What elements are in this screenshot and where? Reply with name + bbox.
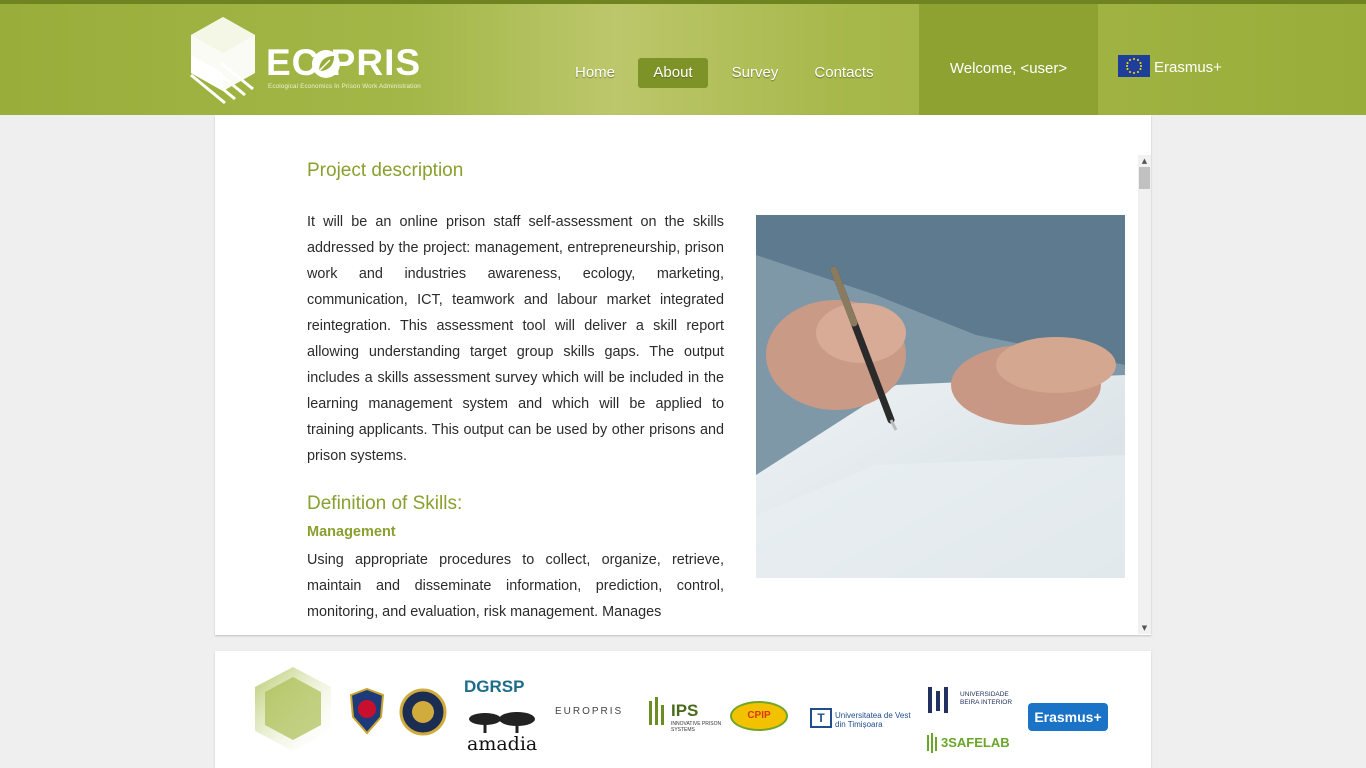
partners-footer: DGRSP amadia EUROPRIS IPS INNOVATIVE PRI… xyxy=(215,651,1151,768)
uvt-mark-icon: T xyxy=(810,708,832,728)
ecopris-hexagon-emblem xyxy=(255,667,331,751)
ips-subtitle: INNOVATIVE PRISON SYSTEMS xyxy=(671,721,722,733)
europris-logo: EUROPRIS xyxy=(555,706,624,717)
management-text: Using appropriate procedures to collect,… xyxy=(307,552,724,620)
project-description-heading: Project description xyxy=(307,160,464,181)
nav-survey[interactable]: Survey xyxy=(722,58,788,88)
welcome-user[interactable]: Welcome, <user> xyxy=(919,4,1098,115)
content-scrollbar[interactable]: ▲ ▼ xyxy=(1138,155,1151,634)
uvt-logo: Universitatea de Vest din Timișoara xyxy=(835,711,911,729)
leaf-icon xyxy=(312,50,340,78)
ips-bars-icon xyxy=(649,697,664,725)
ministry-seal-logo xyxy=(399,688,447,736)
amadia-logo: amadia xyxy=(467,733,538,755)
erasmus-footer-logo: Erasmus+ xyxy=(1028,703,1108,731)
scroll-up-icon[interactable]: ▲ xyxy=(1138,155,1151,167)
erasmus-label: Erasmus+ xyxy=(1154,59,1222,76)
nav-about[interactable]: About xyxy=(638,58,708,88)
hexagon-logo-icon xyxy=(190,17,255,105)
header: EC PRIS Ecological Economics In Prison W… xyxy=(0,0,1366,115)
nav-contacts[interactable]: Contacts xyxy=(806,58,882,88)
ubi-mark-icon xyxy=(928,687,948,713)
scroll-thumb[interactable] xyxy=(1139,167,1150,189)
safelab-bars-icon xyxy=(927,733,937,753)
skills-heading: Definition of Skills: xyxy=(307,493,463,514)
ecopris-logo[interactable]: EC PRIS Ecological Economics In Prison W… xyxy=(183,15,443,110)
ubi-logo: UNIVERSIDADE BEIRA INTERIOR xyxy=(960,691,1013,706)
police-shield-logo xyxy=(349,687,385,735)
safelab-logo: 3SAFELAB xyxy=(941,735,1010,750)
ips-logo: IPS xyxy=(671,701,699,720)
logo-subtitle: Ecological Economics In Prison Work Admi… xyxy=(268,83,421,90)
dgrsp-logo: DGRSP xyxy=(464,677,525,696)
eu-flag-icon xyxy=(1118,55,1150,77)
nav-home[interactable]: Home xyxy=(566,58,624,88)
management-heading: Management xyxy=(307,524,396,540)
logo-title: EC PRIS xyxy=(266,42,422,83)
amadia-tree-icon xyxy=(469,712,535,733)
project-description-text: It will be an online prison staff self-a… xyxy=(307,214,724,464)
cpip-logo: CPIP xyxy=(730,701,788,731)
scroll-down-icon[interactable]: ▼ xyxy=(1138,622,1151,634)
hand-writing-photo xyxy=(756,215,1125,578)
